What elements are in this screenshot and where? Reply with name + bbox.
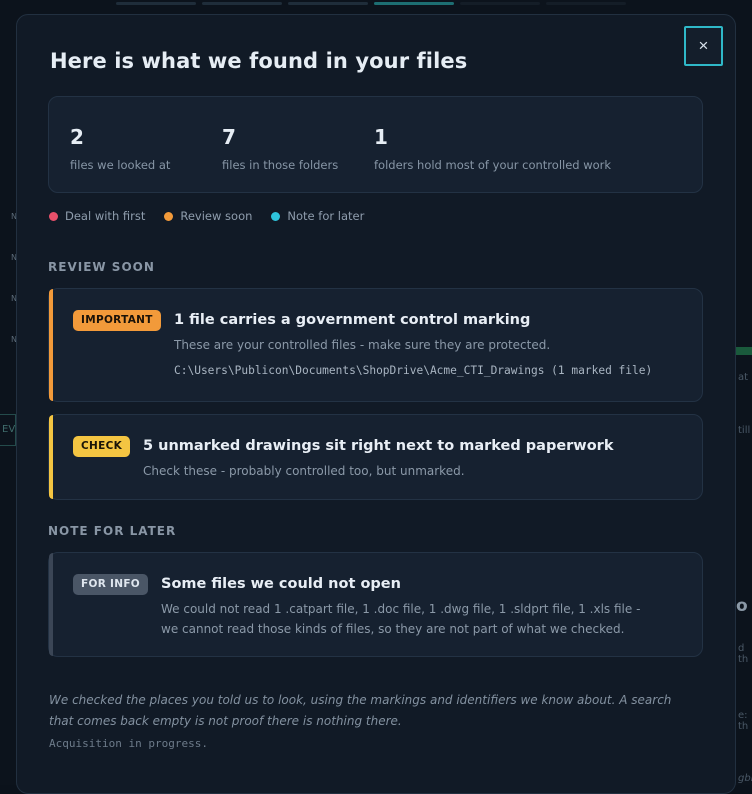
modal-title: Here is what we found in your files: [50, 49, 467, 73]
card-accent: [49, 415, 53, 499]
red-dot-icon: [49, 212, 58, 221]
background-heading: o: [736, 596, 748, 616]
stat-value: 2: [70, 125, 170, 149]
legend-item-deal-first: Deal with first: [49, 209, 145, 223]
background-tab[interactable]: [116, 2, 196, 5]
background-tab-active[interactable]: [374, 2, 454, 5]
finding-card-important[interactable]: IMPORTANT 1 file carries a government co…: [48, 288, 703, 402]
cyan-dot-icon: [271, 212, 280, 221]
finding-title: Some files we could not open: [161, 576, 401, 592]
acquisition-status: Acquisition in progress.: [49, 737, 208, 750]
legend-label: Review soon: [180, 209, 252, 223]
background-text: d th: [738, 643, 752, 665]
background-tabs: [116, 2, 626, 5]
orange-dot-icon: [164, 212, 173, 221]
stat-value: 7: [222, 125, 338, 149]
finding-description: These are your controlled files - make s…: [174, 335, 550, 355]
background-tab[interactable]: [202, 2, 282, 5]
finding-path: C:\Users\Publicon\Documents\ShopDrive\Ac…: [174, 364, 652, 377]
close-button[interactable]: ×: [684, 26, 723, 66]
legend-label: Deal with first: [65, 209, 145, 223]
stat-controlled-folders: 1 folders hold most of your controlled w…: [374, 125, 611, 172]
legend-label: Note for later: [287, 209, 364, 223]
section-heading-review-soon: REVIEW SOON: [48, 260, 155, 274]
for-info-badge: FOR INFO: [73, 574, 148, 595]
background-tab[interactable]: [460, 2, 540, 5]
finding-description: We could not read 1 .catpart file, 1 .do…: [161, 599, 661, 639]
stats-panel: 2 files we looked at 7 files in those fo…: [48, 96, 703, 193]
stat-files-in-folders: 7 files in those folders: [222, 125, 338, 172]
background-text: gbr: [738, 773, 752, 784]
finding-title: 5 unmarked drawings sit right next to ma…: [143, 438, 613, 454]
background-text: till: [738, 425, 750, 436]
finding-description: Check these - probably controlled too, b…: [143, 461, 465, 481]
legend-item-note-later: Note for later: [271, 209, 364, 223]
important-badge: IMPORTANT: [73, 310, 161, 331]
background-tab[interactable]: [288, 2, 368, 5]
finding-card-check[interactable]: CHECK 5 unmarked drawings sit right next…: [48, 414, 703, 500]
stat-label: folders hold most of your controlled wor…: [374, 158, 611, 172]
stat-label: files we looked at: [70, 158, 170, 172]
legend-item-review-soon: Review soon: [164, 209, 252, 223]
stat-label: files in those folders: [222, 158, 338, 172]
disclaimer-note: We checked the places you told us to loo…: [49, 690, 699, 732]
finding-title: 1 file carries a government control mark…: [174, 312, 530, 328]
background-tab[interactable]: [546, 2, 626, 5]
background-text: at: [738, 372, 748, 383]
check-badge: CHECK: [73, 436, 130, 457]
finding-card-info[interactable]: FOR INFO Some files we could not open We…: [48, 552, 703, 657]
background-ev-tab[interactable]: EV: [0, 414, 16, 446]
card-accent: [49, 553, 53, 656]
stat-files-looked-at: 2 files we looked at: [70, 125, 170, 172]
stat-value: 1: [374, 125, 611, 149]
severity-legend: Deal with first Review soon Note for lat…: [49, 209, 364, 223]
background-progress-bar: [736, 347, 752, 355]
background-text: e: th: [738, 710, 752, 732]
card-accent: [49, 289, 53, 401]
section-heading-note-later: NOTE FOR LATER: [48, 524, 176, 538]
